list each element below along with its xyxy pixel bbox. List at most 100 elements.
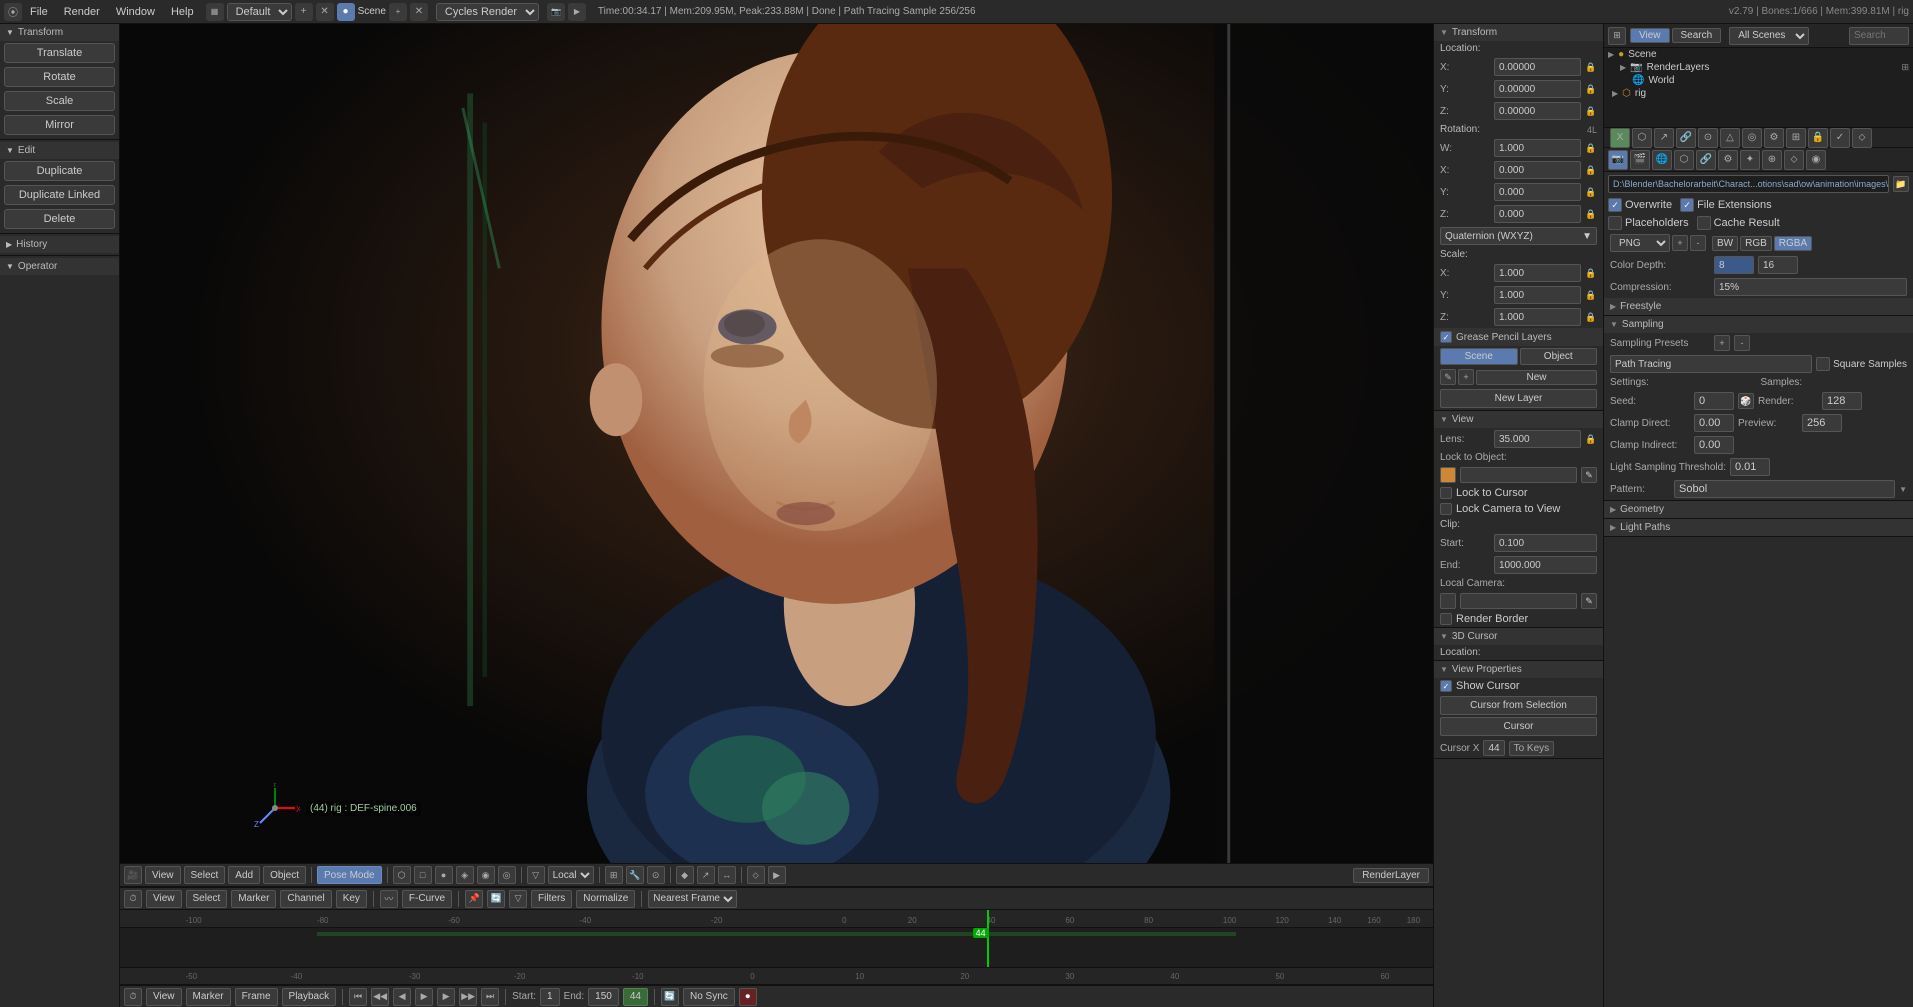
proportional-btn[interactable]: ⊙ [647,866,665,884]
rot-y-lock[interactable]: 🔒 [1585,187,1597,198]
gp-header[interactable]: ✓ Grease Pencil Layers [1434,328,1603,346]
render-preview-btn[interactable]: ◎ [498,866,516,884]
bone-icon-8[interactable]: ⚙ [1764,128,1784,148]
bone-icon-11[interactable]: ✓ [1830,128,1850,148]
duplicate-btn[interactable]: Duplicate [4,161,115,181]
tl-select-btn[interactable]: Select [186,890,228,908]
view-prop-header[interactable]: ▼ View [1434,411,1603,428]
material-icon[interactable]: ◉ [1806,150,1826,170]
current-frame-value[interactable]: 44 [623,988,648,1006]
all-scenes-select[interactable]: All Scenes [1729,27,1809,45]
path-browse-btn[interactable]: 📁 [1893,176,1909,192]
cursor-x-val[interactable]: 44 [1483,740,1504,756]
history-header[interactable]: ▶ History [0,236,119,253]
gp-scene-btn[interactable]: Scene [1440,348,1518,365]
wire-btn[interactable]: □ [414,866,432,884]
edit-header[interactable]: ▼ Edit [0,142,119,159]
orientation-btn[interactable]: ↗ [697,866,715,884]
modifiers-icon[interactable]: ⚙ [1718,150,1738,170]
loc-z-lock[interactable]: 🔒 [1585,106,1597,117]
search-tab[interactable]: Search [1672,28,1722,43]
path-tracing-value[interactable]: Path Tracing [1610,355,1812,373]
select-mode-btn[interactable]: Select [184,866,226,884]
light-threshold-value[interactable]: 0.01 [1730,458,1770,476]
scale-z-value[interactable]: 1.000 [1494,308,1581,326]
lock-obj-field[interactable] [1460,467,1577,483]
clamp-direct-value[interactable]: 0.00 [1694,414,1734,432]
outliner-icon[interactable]: ⊞ [1608,27,1626,45]
loc-z-value[interactable]: 0.00000 [1494,102,1581,120]
tl-key-btn[interactable]: Key [336,890,367,908]
bone-icon-9[interactable]: ⊞ [1786,128,1806,148]
rgba-btn[interactable]: RGBA [1774,236,1812,251]
transform-header[interactable]: ▼ Transform [0,24,119,41]
translate-btn[interactable]: Translate [4,43,115,63]
rotate-btn[interactable]: Rotate [4,67,115,87]
square-samples-checkbox[interactable] [1816,357,1830,371]
color-depth-8[interactable]: 8 [1714,256,1754,274]
bone-icon-10[interactable]: 🔒 [1808,128,1828,148]
format-select[interactable]: PNG [1610,234,1670,252]
geometry-header[interactable]: ▶ Geometry [1604,501,1913,518]
no-sync-btn[interactable]: No Sync [683,988,735,1006]
view-icon-btn[interactable]: 🎥 [124,866,142,884]
tl-filter-icon[interactable]: ▽ [509,890,527,908]
preview-value[interactable]: 256 [1802,414,1842,432]
tl-footer-marker[interactable]: Marker [186,988,231,1006]
local-cam-field[interactable] [1460,593,1577,609]
loc-y-value[interactable]: 0.00000 [1494,80,1581,98]
render-props-icon[interactable]: 📷 [1608,150,1628,170]
object-mode-btn[interactable]: Object [263,866,306,884]
placeholders-checkbox[interactable] [1608,216,1622,230]
timeline-icon[interactable]: ⏱ [124,890,142,908]
scale-x-value[interactable]: 1.000 [1494,264,1581,282]
object-props-icon[interactable]: ⬡ [1674,150,1694,170]
prev-frame-btn[interactable]: ◀ [393,988,411,1006]
add-mode-btn[interactable]: Add [228,866,260,884]
tl-footer-view[interactable]: View [146,988,182,1006]
tl-filters-btn[interactable]: Filters [531,890,572,908]
menu-file[interactable]: File [26,4,52,20]
outliner-scene-row[interactable]: ▶ ● Scene [1604,48,1913,61]
tl-view-btn[interactable]: View [146,890,182,908]
mirror-btn[interactable]: Mirror [4,115,115,135]
to-keys-btn[interactable]: To Keys [1509,741,1555,756]
add-scene-icon[interactable]: + [389,3,407,21]
cache-result-checkbox[interactable] [1697,216,1711,230]
particles-icon[interactable]: ✦ [1740,150,1760,170]
physics-icon[interactable]: ⊕ [1762,150,1782,170]
bone-icon-5[interactable]: ⊙ [1698,128,1718,148]
grid-snap-btn[interactable]: ⊞ [605,866,623,884]
light-paths-header[interactable]: ▶ Light Paths [1604,519,1913,536]
file-ext-checkbox[interactable]: ✓ [1680,198,1694,212]
cursor-prop-header[interactable]: ▼ 3D Cursor [1434,628,1603,645]
cursor-from-selection-btn[interactable]: Cursor from Selection [1440,696,1597,715]
jump-start-btn[interactable]: ⏮ [349,988,367,1006]
texture-btn[interactable]: ◈ [456,866,474,884]
record-btn[interactable]: ⏺ [739,988,757,1006]
loc-x-lock[interactable]: 🔒 [1585,62,1597,73]
gp-new-layer-btn[interactable]: New Layer [1440,389,1597,408]
gp-checkbox[interactable]: ✓ [1440,331,1452,343]
scale-btn[interactable]: Scale [4,91,115,111]
sync-icon[interactable]: 🔄 [661,988,679,1006]
rot-w-lock[interactable]: 🔒 [1585,143,1597,154]
view-props-header[interactable]: ▼ View Properties [1434,661,1603,678]
tl-footer-icon[interactable]: ⏱ [124,988,142,1006]
bone-display-btn[interactable]: ⬡ [393,866,411,884]
seed-value[interactable]: 0 [1694,392,1734,410]
pivot-btn[interactable]: ◆ [676,866,694,884]
format-extra-btn2[interactable]: - [1690,235,1706,251]
sp-add-btn[interactable]: + [1714,335,1730,351]
rot-y-value[interactable]: 0.000 [1494,183,1581,201]
world-props-icon[interactable]: 🌐 [1652,150,1672,170]
rig-row[interactable]: ▶ ⬡ rig [1604,87,1913,100]
scene-props-icon[interactable]: 🎬 [1630,150,1650,170]
clip-end-value[interactable]: 1000.000 [1494,556,1597,574]
rot-x-value[interactable]: 0.000 [1494,161,1581,179]
clamp-indirect-value[interactable]: 0.00 [1694,436,1734,454]
show-cursor-checkbox[interactable]: ✓ [1440,680,1452,692]
layout-select[interactable]: Default [227,3,292,21]
material-btn[interactable]: ◉ [477,866,495,884]
engine-select[interactable]: Cycles Render [436,3,539,21]
